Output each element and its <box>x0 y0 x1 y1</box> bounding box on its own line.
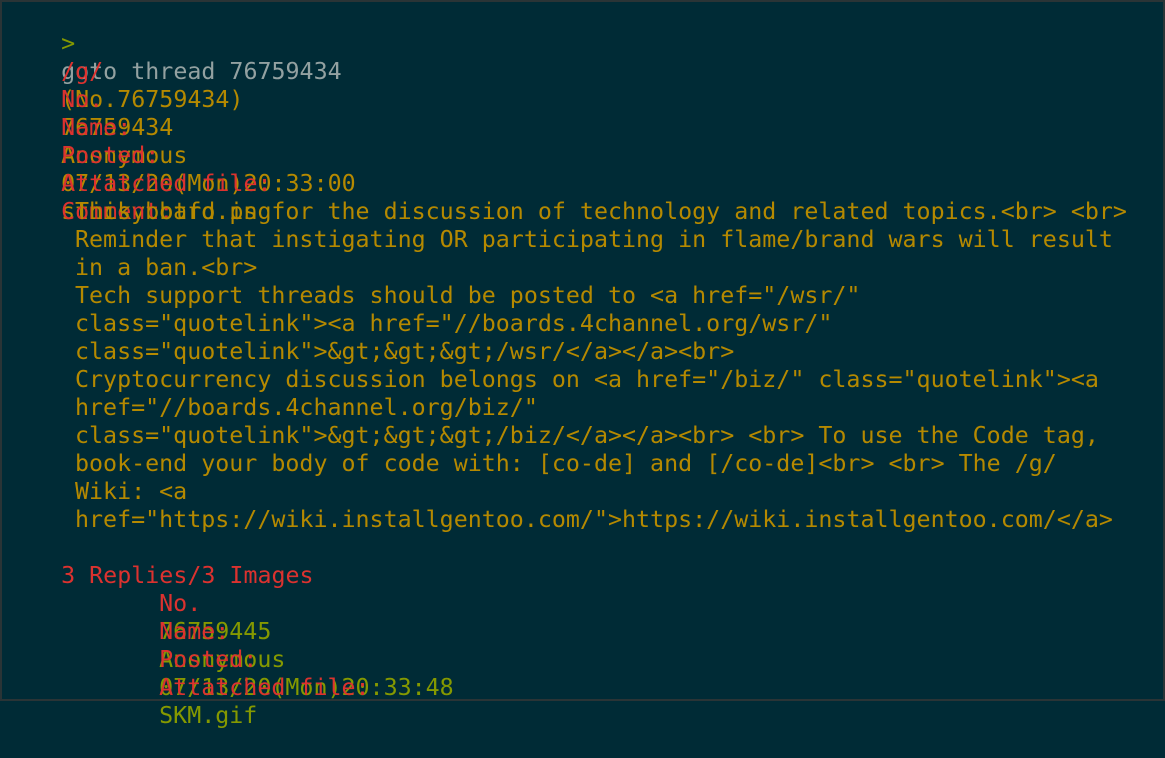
prompt-symbol: > <box>61 30 76 57</box>
reply-file-name[interactable]: SKM.gif <box>159 702 257 729</box>
reply-posted-label: Posted: <box>159 646 258 673</box>
comment-line: Wiki: <a <box>75 478 188 505</box>
comment-line: class="quotelink"><a href="//boards.4cha… <box>75 310 833 337</box>
comment-line: book-end your body of code with: [co-de]… <box>75 450 1057 477</box>
comment-line: Reminder that instigating OR participati… <box>75 226 1113 253</box>
reply-name-label: Name: <box>159 618 230 645</box>
thread-posted-label: Posted: <box>61 142 160 169</box>
command-line[interactable]: > goto thread 76759434 <box>5 2 1161 85</box>
thread-header: /g/ (No.76759434) <box>5 30 1161 113</box>
comment-line: Tech support threads should be posted to… <box>75 282 861 309</box>
comment-line: class="quotelink">&gt;&gt;&gt;/biz/</a><… <box>75 422 1099 449</box>
thread-no-label: No. <box>61 86 104 113</box>
thread-name-label: Name: <box>61 114 132 141</box>
comment-line: in a ban.<br> <box>75 254 258 281</box>
thread-file-label: Attatched file: <box>61 170 272 197</box>
thread-posted-row: Posted: 07/13/20(Mon)20:33:00 <box>5 114 1161 197</box>
reply-no-label: No. <box>159 590 202 617</box>
comment-line: This board is for the discussion of tech… <box>75 198 1127 225</box>
replies-summary: 3 Replies/3 Images <box>61 562 314 589</box>
comment-line: Cryptocurrency discussion belongs on <a … <box>75 366 1099 393</box>
reply-file-label: Attatched file: <box>159 674 370 701</box>
comment-line: href="//boards.4channel.org/biz/" <box>75 394 538 421</box>
terminal-output: > goto thread 76759434 /g/ (No.76759434)… <box>5 2 1161 729</box>
comment-line: href="https://wiki.installgentoo.com/">h… <box>75 506 1113 533</box>
replies-summary-row: 3 Replies/3 Images <box>5 534 1161 589</box>
board-name[interactable]: /g/ <box>61 58 103 85</box>
command-text[interactable]: goto thread 76759434 <box>61 58 342 85</box>
comment-body: This board is for the discussion of tech… <box>5 198 1161 534</box>
comment-line: class="quotelink">&gt;&gt;&gt;/wsr/</a><… <box>75 338 735 365</box>
